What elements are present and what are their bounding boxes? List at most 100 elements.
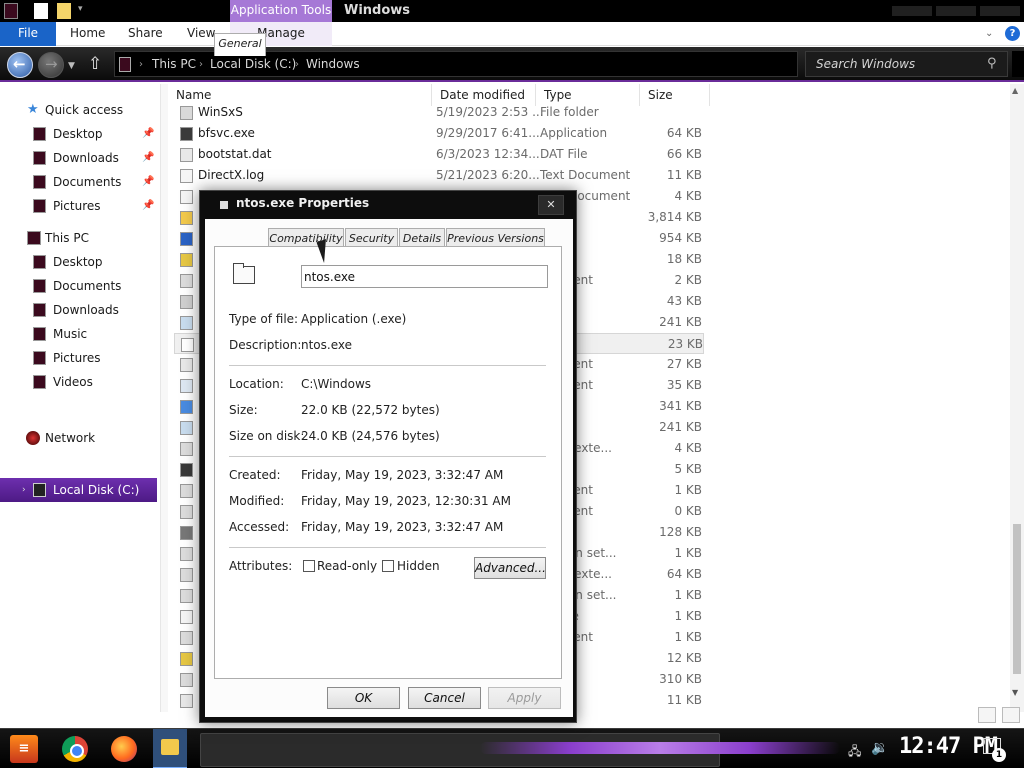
search-box[interactable]: Search Windows ⚲ — [805, 51, 1008, 77]
tab-view[interactable]: View — [187, 22, 215, 46]
location-value: C:\Windows — [301, 377, 372, 391]
table-row[interactable]: WinSxS 5/19/2023 2:53 ... File folder — [174, 102, 704, 123]
up-arrow-icon[interactable]: ⇧ — [88, 54, 102, 74]
ok-button[interactable]: OK — [327, 687, 400, 709]
readonly-checkbox[interactable] — [303, 560, 315, 572]
nav-qa-documents[interactable]: Documents 📌 — [0, 171, 155, 193]
file-size: 5 KB — [674, 462, 702, 476]
customize-toolbar-chevron-icon[interactable]: ▾ — [78, 4, 83, 14]
file-icon — [180, 274, 193, 288]
nav-qa-pictures[interactable]: Pictures 📌 — [0, 195, 155, 217]
pin-icon[interactable]: 📌 — [142, 147, 154, 169]
nav-label: Network — [45, 431, 96, 445]
recent-locations-chevron-icon[interactable]: ▼ — [68, 61, 75, 71]
location-label: Location: — [229, 377, 284, 391]
back-button[interactable]: ← — [7, 52, 33, 78]
nav-pc-pictures[interactable]: Pictures — [0, 347, 155, 369]
apply-button[interactable]: Apply — [488, 687, 561, 709]
hidden-checkbox[interactable] — [382, 560, 394, 572]
search-icon[interactable]: ⚲ — [987, 56, 997, 71]
documents-icon — [33, 279, 46, 293]
hidden-label[interactable]: Hidden — [397, 559, 440, 573]
pin-icon[interactable]: 📌 — [142, 171, 154, 193]
separator — [229, 365, 546, 366]
nav-qa-desktop[interactable]: Desktop 📌 — [0, 123, 155, 145]
volume-tray-icon[interactable]: 🔉 — [871, 740, 888, 756]
file-icon — [180, 295, 193, 309]
pin-icon[interactable]: 📌 — [142, 195, 154, 217]
breadcrumb-separator-icon[interactable]: › — [199, 52, 203, 77]
help-icon[interactable]: ? — [1005, 26, 1020, 41]
nav-label: Desktop — [53, 127, 103, 141]
ribbon-expand-chevron-icon[interactable]: ⌄ — [985, 28, 993, 39]
nav-quick-access[interactable]: ★ Quick access — [0, 99, 155, 121]
breadcrumb-windows[interactable]: Windows — [306, 52, 360, 77]
new-folder-quick-icon[interactable] — [57, 3, 71, 19]
title-bar: ▾ Application Tools Windows — [0, 0, 1024, 22]
advanced-button[interactable]: Advanced... — [474, 557, 546, 579]
details-view-icon[interactable] — [978, 707, 996, 723]
minimize-button[interactable] — [892, 6, 932, 16]
vertical-scrollbar[interactable]: ▲ ▼ — [1010, 84, 1024, 712]
table-row[interactable]: bootstat.dat 6/3/2023 12:34... DAT File 66 … — [174, 144, 704, 165]
nav-pc-local-disk[interactable]: › Local Disk (C:) — [0, 479, 155, 501]
nav-qa-downloads[interactable]: Downloads 📌 — [0, 147, 155, 169]
file-type: File folder — [540, 105, 599, 119]
tab-file[interactable]: File — [0, 22, 56, 46]
file-size: 1 KB — [674, 546, 702, 560]
file-size: 4 KB — [674, 441, 702, 455]
file-explorer-icon[interactable] — [153, 729, 187, 768]
scrollbar-thumb[interactable] — [1013, 524, 1021, 674]
nav-label: Desktop — [53, 255, 103, 269]
file-icon — [180, 505, 193, 519]
nav-label: Quick access — [45, 103, 124, 117]
navigation-bar: ← → ▼ ⇧ › This PC › Local Disk (C:) › Wi… — [0, 47, 1024, 82]
file-type: DAT File — [540, 147, 588, 161]
breadcrumb-this-pc[interactable]: This PC — [152, 52, 196, 77]
tab-general[interactable]: General — [214, 33, 266, 56]
breadcrumb-separator-icon[interactable]: › — [139, 52, 143, 77]
file-icon — [180, 169, 193, 183]
attributes-label: Attributes: — [229, 559, 293, 573]
pin-icon[interactable]: 📌 — [142, 123, 154, 145]
file-icon — [181, 338, 194, 352]
breadcrumb-separator-icon[interactable]: › — [295, 52, 299, 77]
filename-field[interactable] — [301, 265, 548, 288]
tab-share[interactable]: Share — [128, 22, 163, 46]
pane-splitter[interactable] — [160, 84, 168, 728]
cancel-button[interactable]: Cancel — [408, 687, 481, 709]
readonly-label[interactable]: Read-only — [317, 559, 377, 573]
large-icons-view-icon[interactable] — [1002, 707, 1020, 723]
forward-button[interactable]: → — [38, 52, 64, 78]
firefox-icon[interactable] — [111, 736, 137, 762]
nav-this-pc[interactable]: This PC — [0, 227, 155, 249]
drive-icon — [33, 483, 46, 497]
file-icon — [180, 673, 193, 687]
file-icon — [180, 547, 193, 561]
dialog-close-button[interactable]: ✕ — [538, 195, 564, 215]
maximize-button[interactable] — [936, 6, 976, 16]
file-icon — [180, 190, 193, 204]
nav-label: Local Disk (C:) — [53, 483, 140, 497]
nav-pc-documents[interactable]: Documents — [0, 275, 155, 297]
nav-network[interactable]: Network — [0, 427, 155, 449]
network-tray-icon[interactable]: 🖧 — [848, 742, 861, 763]
nav-pc-videos[interactable]: Videos — [0, 371, 155, 393]
table-row[interactable]: DirectX.log 5/21/2023 6:20... Text Documen… — [174, 165, 704, 186]
scroll-down-arrow-icon[interactable]: ▼ — [1012, 688, 1018, 697]
file-size: 341 KB — [659, 399, 702, 413]
tab-home[interactable]: Home — [70, 22, 105, 46]
folder-icon — [233, 263, 255, 284]
nav-pc-downloads[interactable]: Downloads — [0, 299, 155, 321]
start-button[interactable]: ≡ — [10, 735, 38, 763]
table-row[interactable]: bfsvc.exe 9/29/2017 6:41... Application 64 … — [174, 123, 704, 144]
nav-pc-music[interactable]: Music — [0, 323, 155, 345]
properties-quick-icon[interactable] — [34, 3, 48, 19]
nav-pc-desktop[interactable]: Desktop — [0, 251, 155, 273]
close-button[interactable] — [980, 6, 1020, 16]
expand-chevron-icon[interactable]: › — [22, 479, 26, 501]
scroll-up-arrow-icon[interactable]: ▲ — [1012, 86, 1018, 95]
chrome-icon[interactable] — [62, 736, 88, 762]
size-label: Size: — [229, 403, 258, 417]
nav-label: Music — [53, 327, 88, 341]
